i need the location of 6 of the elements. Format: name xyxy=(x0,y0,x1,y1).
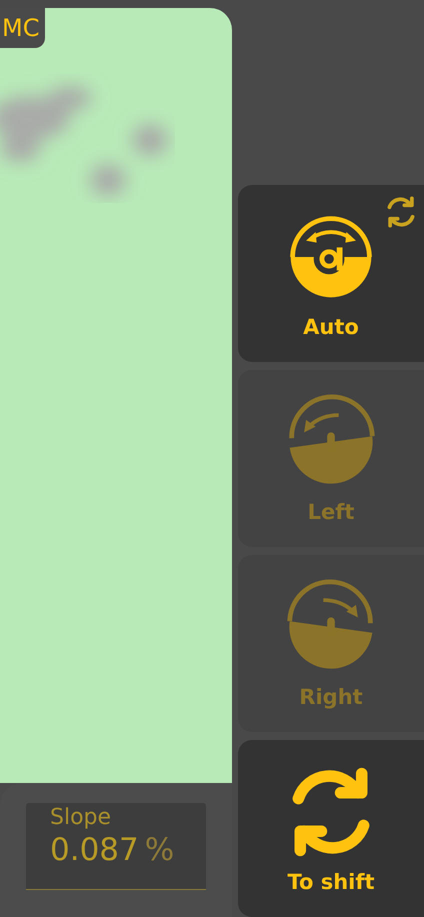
slope-unit: % xyxy=(144,832,174,868)
shift-button[interactable]: To shift xyxy=(238,740,424,917)
slope-label: Slope xyxy=(50,805,112,830)
auto-button[interactable]: Auto xyxy=(238,185,424,362)
map-badge: MC xyxy=(0,8,46,48)
slope-value: 0.087 xyxy=(50,832,139,868)
